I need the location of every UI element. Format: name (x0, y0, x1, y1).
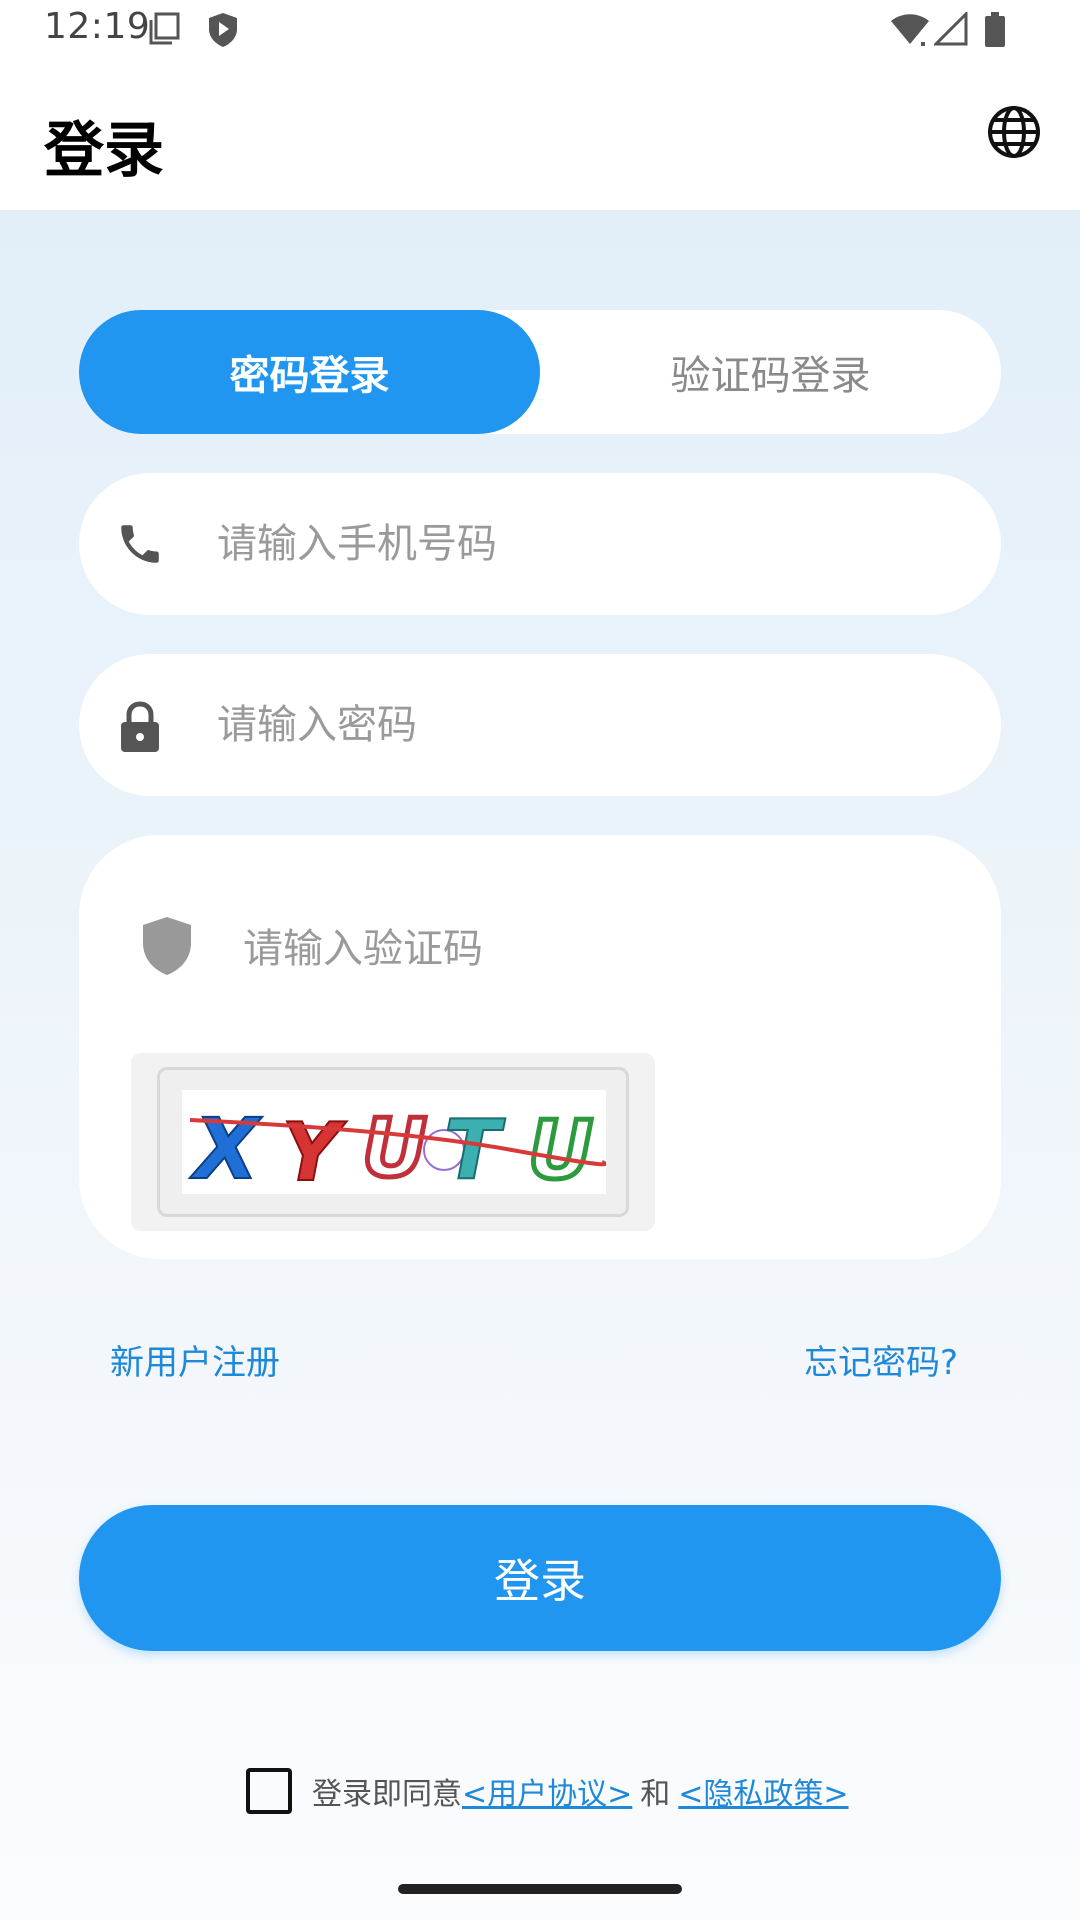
tab-code-login[interactable]: 验证码登录 (540, 310, 1001, 434)
captcha-border: X Y U T U (157, 1067, 629, 1217)
password-field (79, 654, 1001, 796)
user-agreement-link[interactable]: <用户协议> (462, 1769, 632, 1813)
tab-password-login[interactable]: 密码登录 (79, 310, 540, 434)
status-time: 12:19 (44, 6, 151, 47)
login-mode-tabs: 密码登录 验证码登录 (79, 310, 1001, 434)
home-indicator[interactable] (398, 1884, 682, 1894)
language-button[interactable] (984, 104, 1044, 164)
login-content: 密码登录 验证码登录 X Y U (0, 210, 1080, 1920)
phone-field (79, 473, 1001, 615)
page-title: 登录 (44, 116, 164, 186)
status-bar: 12:19 (0, 0, 1080, 62)
captcha-frame: X Y U T U (131, 1053, 655, 1231)
phone-icon (115, 519, 165, 569)
battery-icon (984, 12, 1006, 52)
captcha-input[interactable] (243, 909, 943, 989)
lock-icon (115, 700, 165, 752)
signal-icon (932, 10, 968, 50)
svg-text:U: U (528, 1104, 593, 1194)
captcha-card: X Y U T U (79, 835, 1001, 1259)
app-bar: 登录 (0, 62, 1080, 210)
login-button[interactable]: 登录 (79, 1505, 1001, 1651)
shield-play-icon (208, 12, 238, 52)
captcha-image[interactable]: X Y U T U (182, 1090, 607, 1200)
svg-text:X: X (189, 1100, 263, 1194)
svg-text:U: U (362, 1102, 427, 1194)
agreement-row: 登录即同意 <用户协议> 和 <隐私政策> (246, 1766, 849, 1816)
phone-input[interactable] (217, 503, 957, 585)
globe-icon (987, 105, 1041, 163)
svg-text:Y: Y (282, 1106, 347, 1194)
forgot-password-link[interactable]: 忘记密码? (804, 1335, 958, 1384)
password-input[interactable] (217, 684, 957, 766)
screenshot-icon (148, 12, 182, 50)
agreement-checkbox[interactable] (246, 1768, 292, 1814)
wifi-icon (890, 12, 930, 50)
privacy-policy-link[interactable]: <隐私政策> (678, 1769, 848, 1813)
agreement-prefix: 登录即同意 (312, 1777, 462, 1812)
agreement-and: 和 (640, 1777, 671, 1812)
shield-icon (141, 915, 193, 977)
register-link[interactable]: 新用户注册 (110, 1335, 280, 1384)
